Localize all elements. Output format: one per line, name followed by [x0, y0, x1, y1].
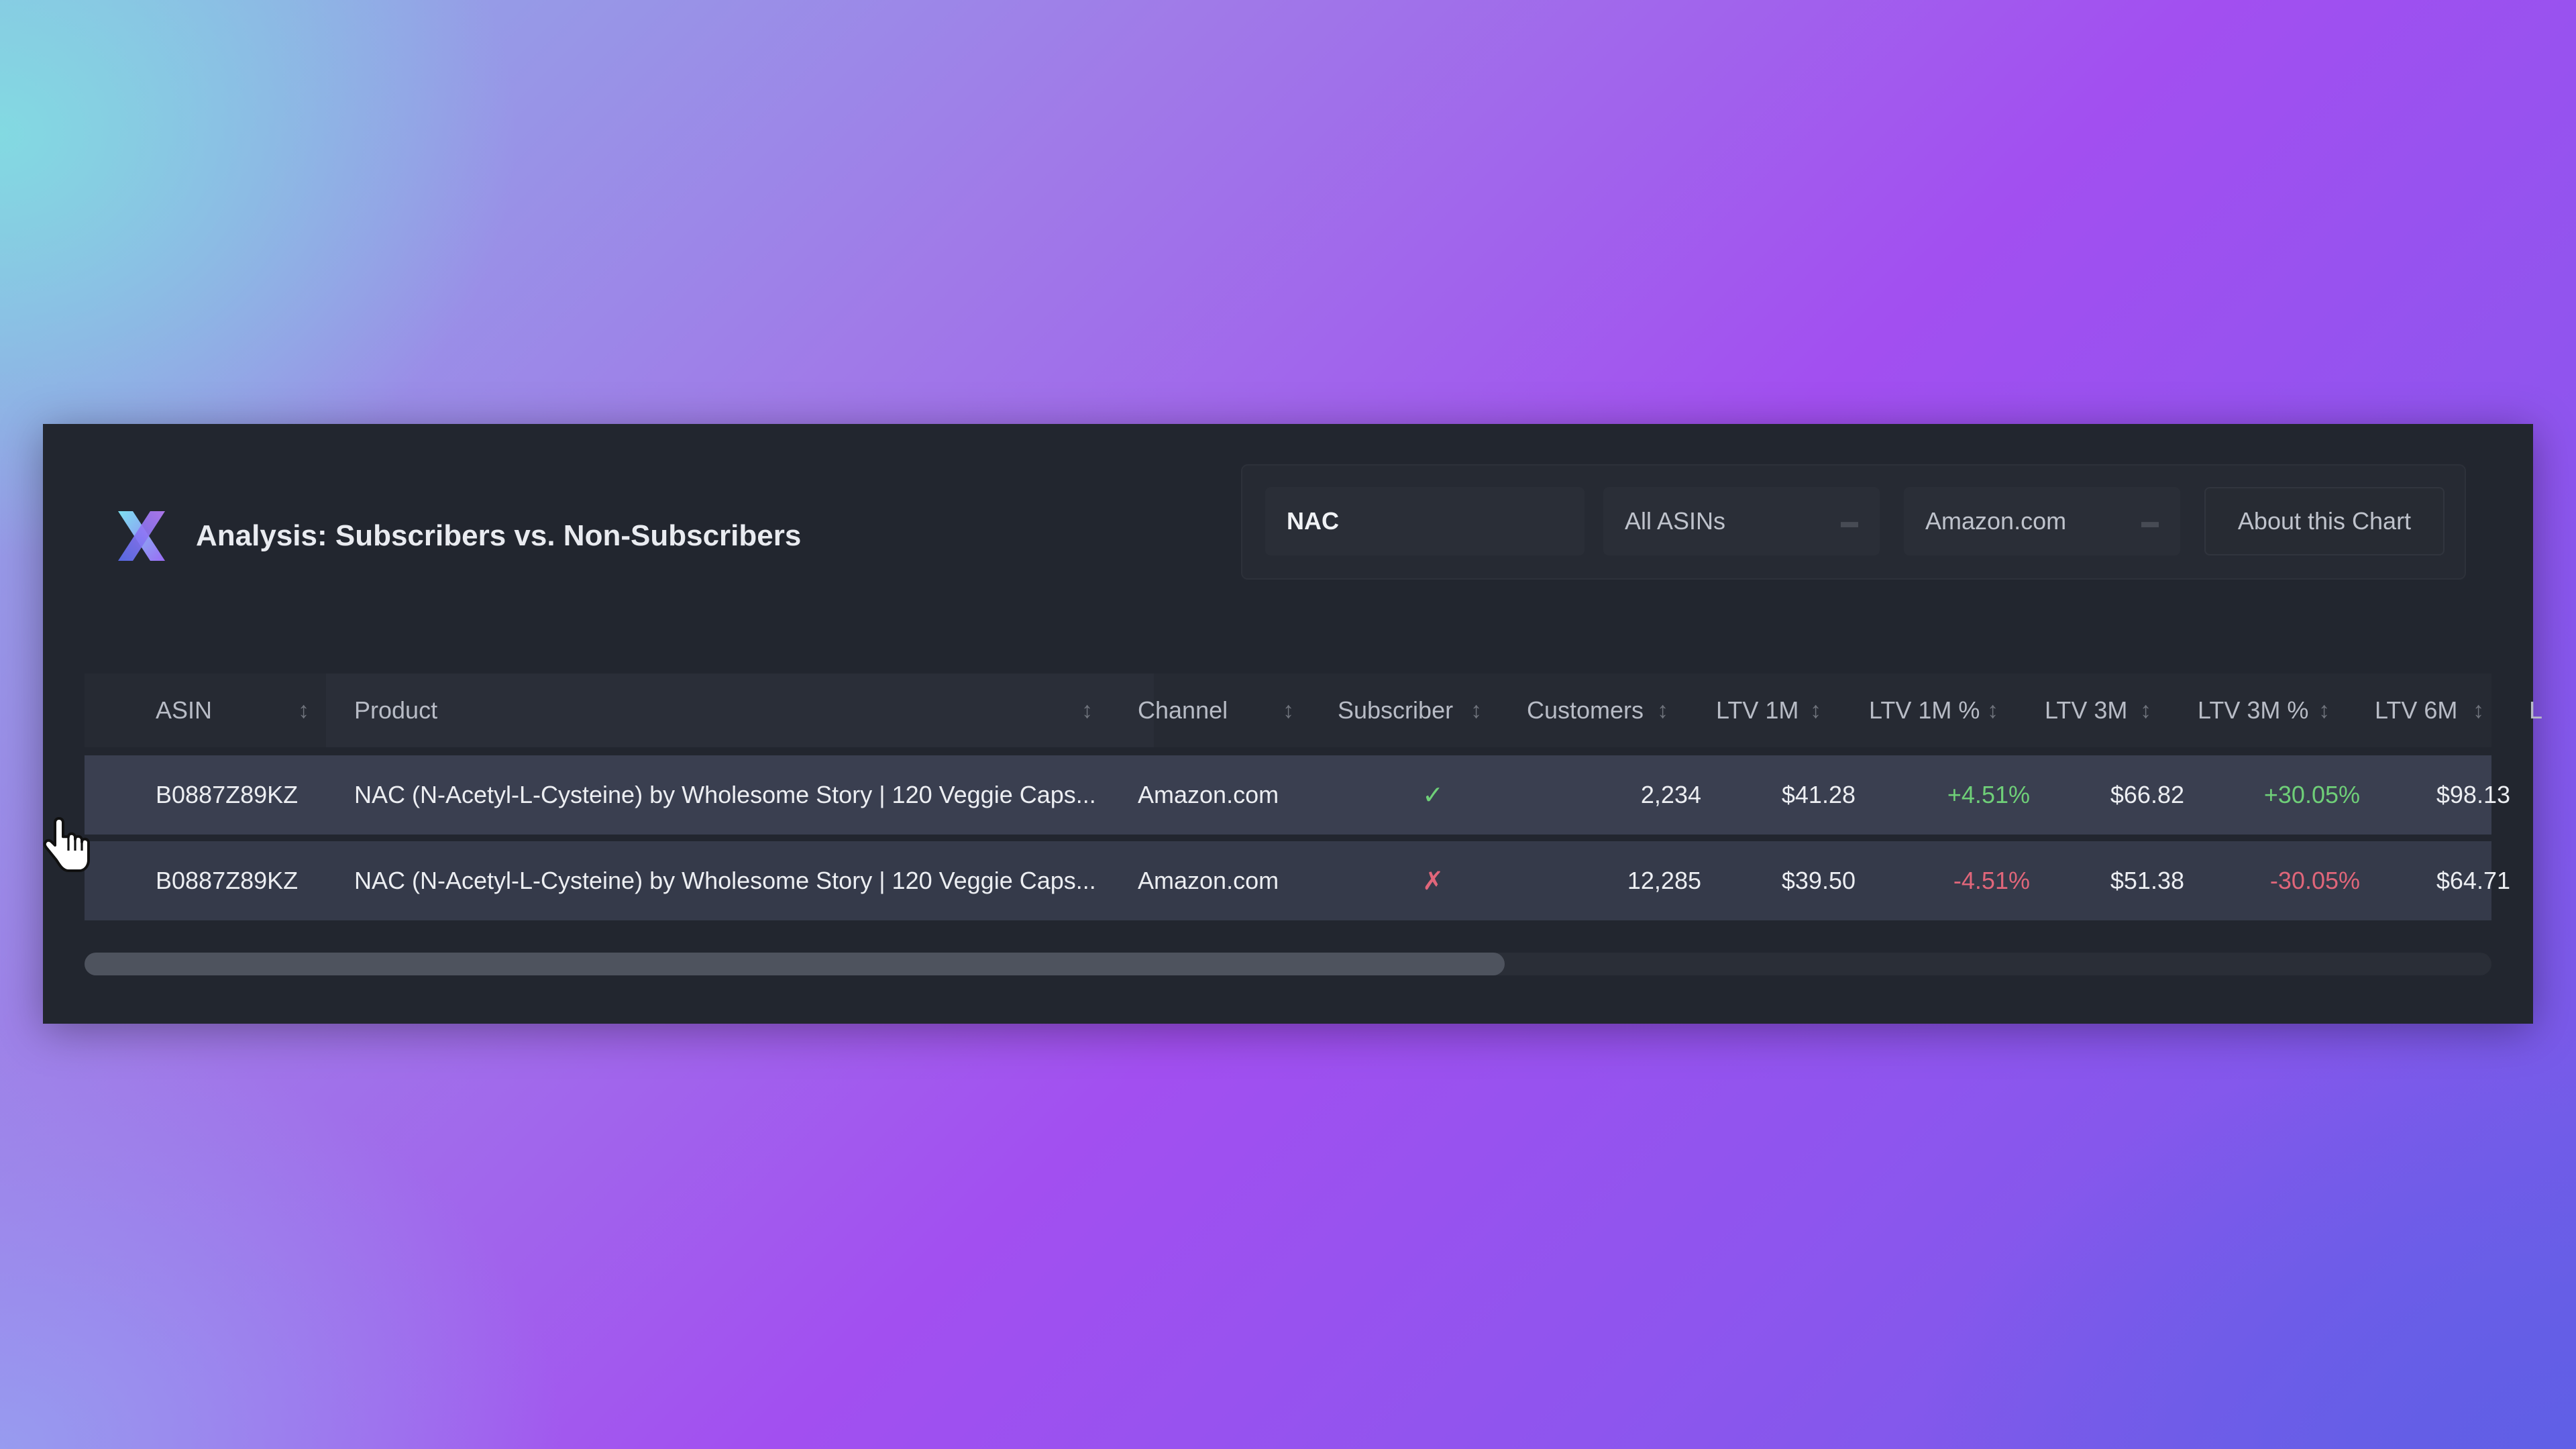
cell-customers: 2,234 [1640, 781, 1701, 808]
cell-ltv-3m: $51.38 [2110, 867, 2184, 894]
cell-product: NAC (N-Acetyl-L-Cysteine) by Wholesome S… [354, 867, 1096, 894]
col-header-ltv-3m[interactable]: LTV 3M [2045, 674, 2127, 747]
col-header-ltv-1m[interactable]: LTV 1M [1716, 674, 1799, 747]
cell-ltv-1m: $39.50 [1781, 867, 1856, 894]
channel-select[interactable]: Amazon.com ▬ [1904, 487, 2180, 555]
cell-ltv-6m: $98.13 [2436, 781, 2510, 808]
asin-select-value: All ASINs [1625, 507, 1726, 535]
check-icon: ✓ [1422, 781, 1444, 810]
sort-icon[interactable]: ↕ [1810, 674, 1821, 747]
col-header-asin[interactable]: ASIN [156, 674, 212, 747]
cell-asin: B0887Z89KZ [156, 867, 299, 894]
about-chart-button[interactable]: About this Chart [2204, 487, 2445, 555]
scrollbar-thumb[interactable] [85, 953, 1505, 975]
sort-icon[interactable]: ↕ [1081, 674, 1093, 747]
cell-ltv-1m-pct: +4.51% [1947, 781, 2030, 808]
chevron-down-icon: ▬ [2141, 511, 2159, 531]
col-header-customers[interactable]: Customers [1527, 674, 1644, 747]
cell-ltv-6m: $64.71 [2436, 867, 2510, 894]
x-logo-icon [118, 511, 165, 561]
sort-icon[interactable]: ↕ [1657, 674, 1668, 747]
col-header-ltv-6m[interactable]: LTV 6M [2375, 674, 2457, 747]
asin-select[interactable]: All ASINs ▬ [1603, 487, 1880, 555]
cell-ltv-1m: $41.28 [1781, 781, 1856, 808]
cell-customers: 12,285 [1627, 867, 1701, 894]
hand-cursor-icon [43, 817, 90, 872]
cell-ltv-1m-pct: -4.51% [1953, 867, 2030, 894]
cell-channel: Amazon.com [1138, 867, 1279, 894]
col-header-ltv-1m-pct[interactable]: LTV 1M % [1869, 674, 1980, 747]
cell-asin: B0887Z89KZ [156, 781, 299, 808]
about-chart-label: About this Chart [2237, 507, 2412, 535]
product-header-bg [326, 674, 1154, 747]
sort-icon[interactable]: ↕ [2473, 674, 2484, 747]
col-header-truncated[interactable]: L [2529, 674, 2542, 747]
cell-ltv-3m-pct: -30.05% [2269, 867, 2360, 894]
cell-ltv-3m: $66.82 [2110, 781, 2184, 808]
table-row[interactable]: B0887Z89KZ NAC (N-Acetyl-L-Cysteine) by … [85, 755, 2510, 835]
sort-icon[interactable]: ↕ [2318, 674, 2330, 747]
sort-icon[interactable]: ↕ [1283, 674, 1294, 747]
cell-product: NAC (N-Acetyl-L-Cysteine) by Wholesome S… [354, 781, 1096, 808]
col-header-subscriber[interactable]: Subscriber [1338, 674, 1453, 747]
cell-ltv-3m-pct: +30.05% [2263, 781, 2360, 808]
cell-channel: Amazon.com [1138, 781, 1279, 808]
sort-icon[interactable]: ↕ [1987, 674, 1998, 747]
table-row[interactable]: B0887Z89KZ NAC (N-Acetyl-L-Cysteine) by … [85, 841, 2510, 920]
chevron-down-icon: ▬ [1841, 511, 1858, 531]
sort-icon[interactable]: ↕ [2140, 674, 2151, 747]
page-title: Analysis: Subscribers vs. Non-Subscriber… [196, 519, 802, 552]
search-input-value: NAC [1287, 507, 1339, 535]
chart-panel: Analysis: Subscribers vs. Non-Subscriber… [43, 424, 2542, 1024]
filter-bar: NAC All ASINs ▬ Amazon.com ▬ About this … [1241, 464, 2466, 580]
col-header-ltv-3m-pct[interactable]: LTV 3M % [2198, 674, 2308, 747]
sort-icon[interactable]: ↕ [1470, 674, 1482, 747]
sort-icon[interactable]: ↕ [298, 674, 309, 747]
col-header-channel[interactable]: Channel [1138, 674, 1228, 747]
search-input[interactable]: NAC [1265, 487, 1585, 555]
col-header-product[interactable]: Product [354, 674, 437, 747]
channel-select-value: Amazon.com [1925, 507, 2067, 535]
table-header: ASIN ↕ Product ↕ Channel ↕ Subscriber ↕ … [85, 674, 2542, 747]
horizontal-scrollbar[interactable] [85, 953, 2491, 975]
cross-icon: ✗ [1422, 867, 1444, 896]
